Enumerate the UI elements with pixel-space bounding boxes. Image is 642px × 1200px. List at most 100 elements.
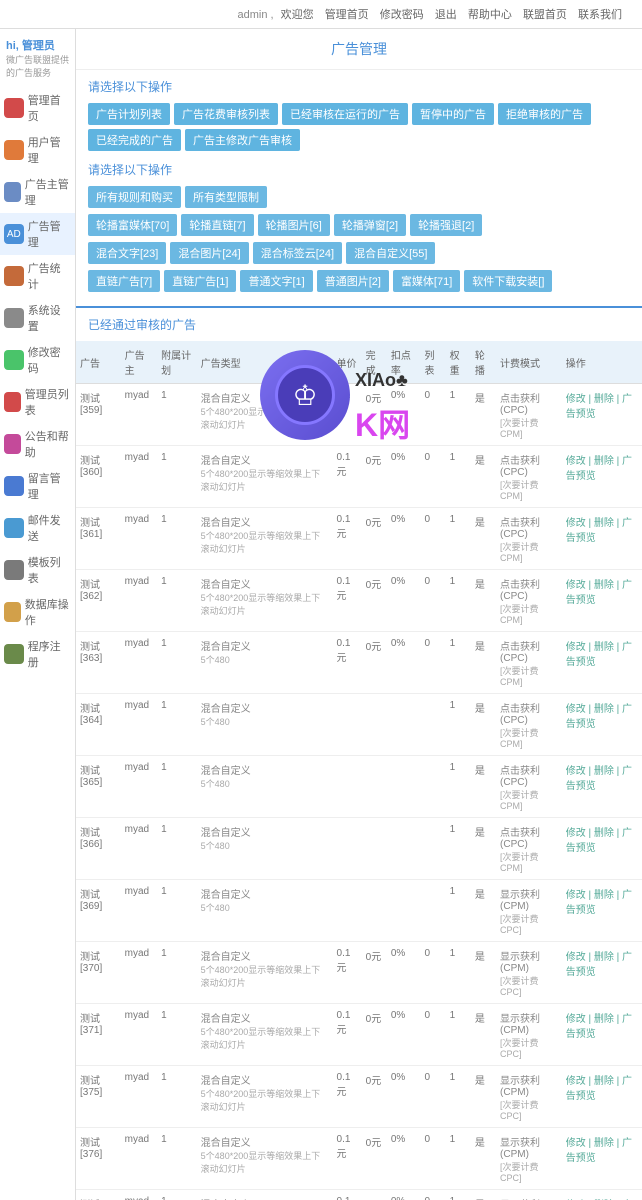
- sidebar-item[interactable]: 系统设置: [0, 297, 75, 339]
- table-cell: 0.1元: [333, 1190, 362, 1200]
- table-cell: 1: [157, 1190, 197, 1200]
- ops-cell[interactable]: 修改 | 删除 | 广告预览: [562, 508, 642, 570]
- ops-cell[interactable]: 修改 | 删除 | 广告预览: [562, 942, 642, 1004]
- ops-cell[interactable]: 修改 | 删除 | 广告预览: [562, 880, 642, 942]
- filter-tag[interactable]: 所有类型限制: [185, 186, 267, 208]
- table-cell: [387, 694, 421, 756]
- table-cell: 测试[371]: [76, 1004, 121, 1066]
- topnav-link[interactable]: 欢迎您: [281, 9, 314, 21]
- table-cell: 测试[365]: [76, 756, 121, 818]
- table-cell: 0: [420, 570, 445, 632]
- table-cell: 测试[370]: [76, 942, 121, 1004]
- filter-tag[interactable]: 混合自定义[55]: [346, 242, 435, 264]
- filter-tag[interactable]: 软件下载安装[]: [464, 270, 552, 292]
- filter-tag[interactable]: 混合图片[24]: [170, 242, 248, 264]
- filter-tag[interactable]: 直链广告[7]: [88, 270, 160, 292]
- topnav-link[interactable]: 联系我们: [578, 9, 622, 21]
- ops-cell[interactable]: 修改 | 删除 | 广告预览: [562, 1066, 642, 1128]
- sidebar-icon: [4, 434, 21, 454]
- table-cell: 1: [157, 1128, 197, 1190]
- sidebar-item[interactable]: 用户管理: [0, 129, 75, 171]
- filter-tag[interactable]: 轮播直链[7]: [181, 214, 253, 236]
- sidebar-item[interactable]: 邮件发送: [0, 507, 75, 549]
- table-cell: 1: [157, 1004, 197, 1066]
- action-tag[interactable]: 已经完成的广告: [88, 129, 181, 151]
- filter-tag[interactable]: 混合标签云[24]: [253, 242, 342, 264]
- sidebar-item[interactable]: 广告统计: [0, 255, 75, 297]
- table-cell: 1: [446, 632, 471, 694]
- table-cell: 1: [157, 942, 197, 1004]
- table-cell: [362, 694, 387, 756]
- ops-cell[interactable]: 修改 | 删除 | 广告预览: [562, 446, 642, 508]
- ops-cell[interactable]: 修改 | 删除 | 广告预览: [562, 818, 642, 880]
- topnav-link[interactable]: 退出: [435, 9, 457, 21]
- top-nav: admin , 欢迎您 管理首页 修改密码 退出 帮助中心 联盟首页 联系我们: [0, 0, 642, 29]
- action-tag[interactable]: 已经审核在运行的广告: [282, 103, 408, 125]
- table-cell: 0%: [387, 384, 421, 446]
- sidebar-item[interactable]: 修改密码: [0, 339, 75, 381]
- filter-tag[interactable]: 轮播富媒体[70]: [88, 214, 177, 236]
- filter-tag[interactable]: 普通文字[1]: [240, 270, 312, 292]
- filter-tag[interactable]: 轮播弹窗[2]: [334, 214, 406, 236]
- ad-type-cell: 混合自定义5个480*200显示等缩效果上下滚动幻灯片: [197, 1190, 333, 1200]
- topnav-link[interactable]: 管理首页: [325, 9, 369, 21]
- sidebar-item[interactable]: 管理员列表: [0, 381, 75, 423]
- table-cell: 0: [420, 1004, 445, 1066]
- action-tag[interactable]: 广告主修改广告审核: [185, 129, 300, 151]
- table-cell: 0: [420, 384, 445, 446]
- filter-tag[interactable]: 所有规则和购买: [88, 186, 181, 208]
- sidebar-item[interactable]: 广告主管理: [0, 171, 75, 213]
- ops-cell[interactable]: 修改 | 删除 | 广告预览: [562, 570, 642, 632]
- ops-cell[interactable]: 修改 | 删除 | 广告预览: [562, 1190, 642, 1200]
- ad-type-cell: 混合自定义5个480*200显示等缩效果上下滚动幻灯片: [197, 1004, 333, 1066]
- filter-tag[interactable]: 普通图片[2]: [317, 270, 389, 292]
- action-tag[interactable]: 拒绝审核的广告: [498, 103, 591, 125]
- table-cell: 0: [420, 508, 445, 570]
- filter-tag[interactable]: 富媒体[71]: [393, 270, 460, 292]
- table-cell: 是: [471, 1190, 496, 1200]
- sidebar-item[interactable]: 公告和帮助: [0, 423, 75, 465]
- table-cell: 0%: [387, 942, 421, 1004]
- topnav-link[interactable]: 联盟首页: [523, 9, 567, 21]
- table-cell: [420, 694, 445, 756]
- table-cell: myad: [121, 1190, 157, 1200]
- ops-cell[interactable]: 修改 | 删除 | 广告预览: [562, 384, 642, 446]
- filter-tag[interactable]: 轮播强退[2]: [410, 214, 482, 236]
- ops-cell[interactable]: 修改 | 删除 | 广告预览: [562, 756, 642, 818]
- sidebar-title: hi, 管理员: [6, 37, 69, 53]
- action-tag[interactable]: 暂停中的广告: [412, 103, 494, 125]
- filter-tag[interactable]: 混合文字[23]: [88, 242, 166, 264]
- table-cell: 1: [157, 880, 197, 942]
- sidebar-icon: [4, 392, 21, 412]
- sidebar-item[interactable]: 留言管理: [0, 465, 75, 507]
- table-cell: 0.1元: [333, 508, 362, 570]
- action-tag[interactable]: 广告花费审核列表: [174, 103, 278, 125]
- mode-cell: 点击获利(CPC)[次要计费CPM]: [496, 818, 562, 880]
- ad-type-cell: 混合自定义5个480*200显示等缩效果上下滚动幻灯片: [197, 570, 333, 632]
- sidebar-item[interactable]: 数据库操作: [0, 591, 75, 633]
- ops-cell[interactable]: 修改 | 删除 | 广告预览: [562, 694, 642, 756]
- filter-tag[interactable]: 轮播图片[6]: [258, 214, 330, 236]
- topnav-link[interactable]: 修改密码: [380, 9, 424, 21]
- table-cell: [333, 818, 362, 880]
- sidebar-item[interactable]: 程序注册: [0, 633, 75, 675]
- table-cell: 1: [157, 694, 197, 756]
- table-cell: [362, 818, 387, 880]
- filter-tag[interactable]: 直链广告[1]: [164, 270, 236, 292]
- topnav-link[interactable]: 帮助中心: [468, 9, 512, 21]
- mode-cell: 点击获利(CPC)[次要计费CPM]: [496, 694, 562, 756]
- table-row: 测试[360]myad1混合自定义5个480*200显示等缩效果上下滚动幻灯片0…: [76, 446, 642, 508]
- sidebar-item[interactable]: AD广告管理: [0, 213, 75, 255]
- table-cell: 是: [471, 570, 496, 632]
- ops-cell[interactable]: 修改 | 删除 | 广告预览: [562, 1004, 642, 1066]
- sidebar-item[interactable]: 模板列表: [0, 549, 75, 591]
- ops-cell[interactable]: 修改 | 删除 | 广告预览: [562, 632, 642, 694]
- table-cell: 1: [446, 570, 471, 632]
- table-cell: [333, 880, 362, 942]
- ops-cell[interactable]: 修改 | 删除 | 广告预览: [562, 1128, 642, 1190]
- table-cell: myad: [121, 1066, 157, 1128]
- table-row: 测试[376]myad1混合自定义5个480*200显示等缩效果上下滚动幻灯片0…: [76, 1128, 642, 1190]
- sidebar-item[interactable]: 管理首页: [0, 87, 75, 129]
- table-header: 单价: [333, 341, 362, 384]
- action-tag[interactable]: 广告计划列表: [88, 103, 170, 125]
